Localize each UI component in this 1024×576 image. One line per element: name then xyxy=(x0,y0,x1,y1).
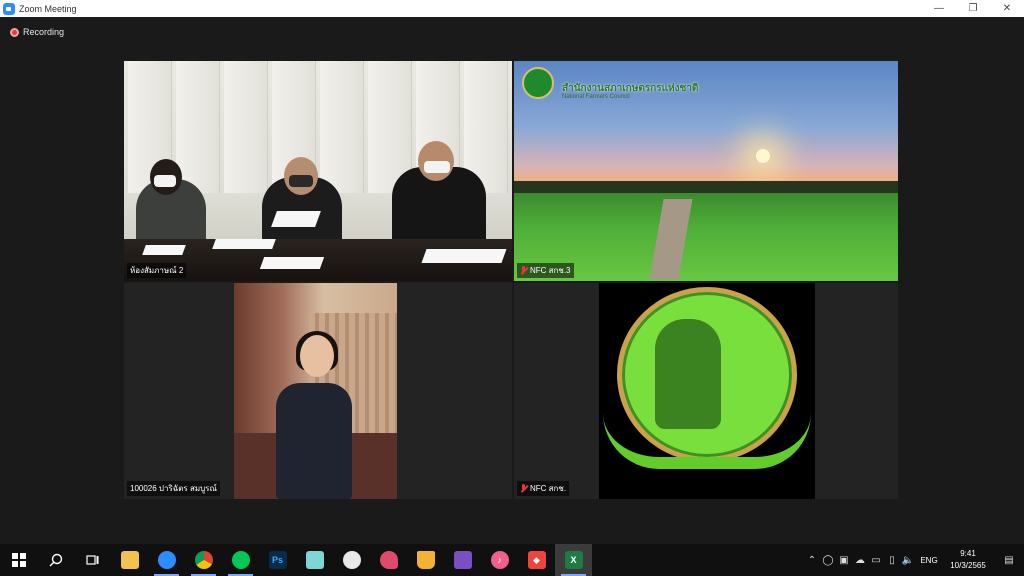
taskbar-chrome[interactable] xyxy=(185,544,222,576)
org-subtitle: National Farmers Council xyxy=(562,94,630,100)
meeting-stage: Recording ห้องสัมภาษณ์ 2 สำนักงานสภาเกษต… xyxy=(0,17,1024,544)
line-icon xyxy=(231,551,250,569)
tile-name-label: 100026 ปาริฉัตร สมบูรณ์ xyxy=(127,481,220,496)
recording-dot-icon xyxy=(10,27,19,37)
seal-panel xyxy=(599,283,815,499)
tray-app-icon[interactable]: ◯ xyxy=(820,544,836,576)
folder-icon xyxy=(120,551,139,569)
visual-studio-icon xyxy=(453,551,472,569)
taskbar-notepad[interactable] xyxy=(296,544,333,576)
taskbar-drink-app[interactable] xyxy=(407,544,444,576)
panda-icon xyxy=(342,551,361,569)
task-view-icon xyxy=(85,555,98,565)
nfc-logo-seal xyxy=(522,67,554,99)
participant-face xyxy=(300,335,334,377)
tile-name-label: ห้องสัมภาษณ์ 2 xyxy=(127,263,187,278)
taskbar-anydesk[interactable]: ◆ xyxy=(518,544,555,576)
taskbar-line[interactable] xyxy=(222,544,259,576)
anydesk-icon: ◆ xyxy=(527,551,546,569)
music-icon: ♪ xyxy=(490,551,509,569)
chevron-up-icon[interactable]: ⌃ xyxy=(804,544,820,576)
boardwalk xyxy=(606,199,736,279)
zoom-app-icon xyxy=(3,2,15,15)
seal-banner xyxy=(603,413,811,469)
start-button[interactable] xyxy=(0,544,37,576)
close-button[interactable]: ✕ xyxy=(990,0,1024,17)
taskbar-paint-app[interactable] xyxy=(370,544,407,576)
video-tile-candidate[interactable]: 100026 ปาริฉัตร สมบูรณ์ xyxy=(124,283,512,499)
zoom-icon xyxy=(157,551,176,569)
notification-icon[interactable]: ▤ xyxy=(994,544,1024,576)
taskbar-itunes[interactable]: ♪ xyxy=(481,544,518,576)
network-icon[interactable]: ▭ xyxy=(868,544,884,576)
window-title-bar: Zoom Meeting — ❐ ✕ xyxy=(0,0,1024,17)
tile-name-label: NFC สกช. xyxy=(517,481,570,496)
mic-muted-icon xyxy=(520,484,527,493)
recording-indicator[interactable]: Recording xyxy=(10,27,64,37)
security-icon[interactable]: ▣ xyxy=(836,544,852,576)
clock-date: 10/3/2565 xyxy=(950,561,986,570)
system-tray: ⌃ ◯ ▣ ☁ ▭ ▯ 🔈 ENG 9:41 10/3/2565 ▤ xyxy=(804,544,1024,576)
video-tile-nfc[interactable]: NFC สกช. xyxy=(514,283,898,499)
participant-body xyxy=(276,383,352,499)
restore-button[interactable]: ❐ xyxy=(956,0,990,17)
volume-icon[interactable]: 🔈 xyxy=(900,544,916,576)
excel-icon: X xyxy=(564,551,583,569)
taskbar-visual-studio[interactable] xyxy=(444,544,481,576)
sun-glow xyxy=(756,149,770,163)
chrome-icon xyxy=(194,551,213,569)
task-view-button[interactable] xyxy=(74,544,111,576)
search-icon xyxy=(49,553,62,567)
search-button[interactable] xyxy=(37,544,74,576)
taskbar-panda-app[interactable] xyxy=(333,544,370,576)
clock[interactable]: 9:41 10/3/2565 xyxy=(942,548,994,572)
taskbar-photoshop[interactable]: Ps xyxy=(259,544,296,576)
video-tile-nfc-3[interactable]: สำนักงานสภาเกษตรกรแห่งชาติ National Farm… xyxy=(514,61,898,281)
power-icon[interactable]: ▯ xyxy=(884,544,900,576)
tile-name-label: NFC สกช.3 xyxy=(517,263,574,278)
windows-taskbar: Ps ♪ ◆ X ⌃ ◯ ▣ ☁ ▭ ▯ 🔈 ENG 9:41 10/3/256… xyxy=(0,544,1024,576)
mic-muted-icon xyxy=(520,266,527,275)
cup-icon xyxy=(416,551,435,569)
window-title: Zoom Meeting xyxy=(19,3,77,14)
taskbar-file-explorer[interactable] xyxy=(111,544,148,576)
window-controls: — ❐ ✕ xyxy=(922,0,1024,17)
minimize-button[interactable]: — xyxy=(922,0,956,17)
taskbar-zoom[interactable] xyxy=(148,544,185,576)
taskbar-excel[interactable]: X xyxy=(555,544,592,576)
recording-label: Recording xyxy=(23,27,65,37)
windows-icon xyxy=(11,553,26,567)
photoshop-icon: Ps xyxy=(268,551,287,569)
video-tile-interview-room[interactable]: ห้องสัมภาษณ์ 2 xyxy=(124,61,512,281)
clock-time: 9:41 xyxy=(960,549,976,558)
notepad-icon xyxy=(305,551,324,569)
cloud-icon[interactable]: ☁ xyxy=(852,544,868,576)
paint-icon xyxy=(379,551,398,569)
input-language[interactable]: ENG xyxy=(916,556,942,565)
